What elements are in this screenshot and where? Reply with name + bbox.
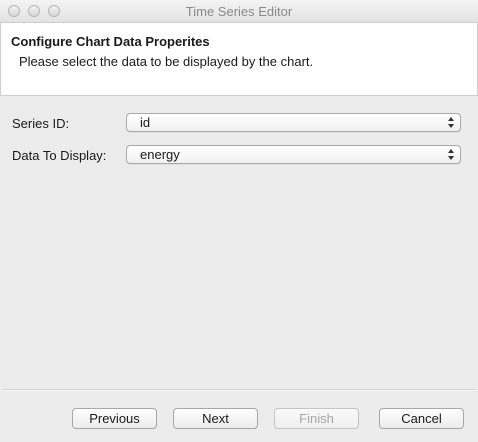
data-to-display-label: Data To Display: xyxy=(12,148,107,163)
data-to-display-select[interactable]: energy xyxy=(126,145,461,164)
footer-divider-highlight xyxy=(3,390,475,391)
window-title: Time Series Editor xyxy=(185,4,293,19)
next-button[interactable]: Next xyxy=(173,408,258,429)
finish-button[interactable]: Finish xyxy=(274,408,359,429)
series-id-value: id xyxy=(140,115,151,130)
time-series-editor-window: Time Series Editor Configure Chart Data … xyxy=(0,0,478,442)
up-down-arrows-icon xyxy=(448,117,454,128)
up-down-arrows-icon xyxy=(448,149,454,160)
title-bar: Time Series Editor xyxy=(0,0,478,23)
series-id-label: Series ID: xyxy=(12,116,70,131)
header-subtitle: Please select the data to be displayed b… xyxy=(19,54,314,69)
series-id-select[interactable]: id xyxy=(126,113,461,132)
previous-button[interactable]: Previous xyxy=(72,408,157,429)
wizard-header: Configure Chart Data Properites Please s… xyxy=(0,23,478,96)
header-title: Configure Chart Data Properites xyxy=(11,34,210,49)
cancel-button[interactable]: Cancel xyxy=(379,408,464,429)
data-to-display-value: energy xyxy=(140,147,180,162)
